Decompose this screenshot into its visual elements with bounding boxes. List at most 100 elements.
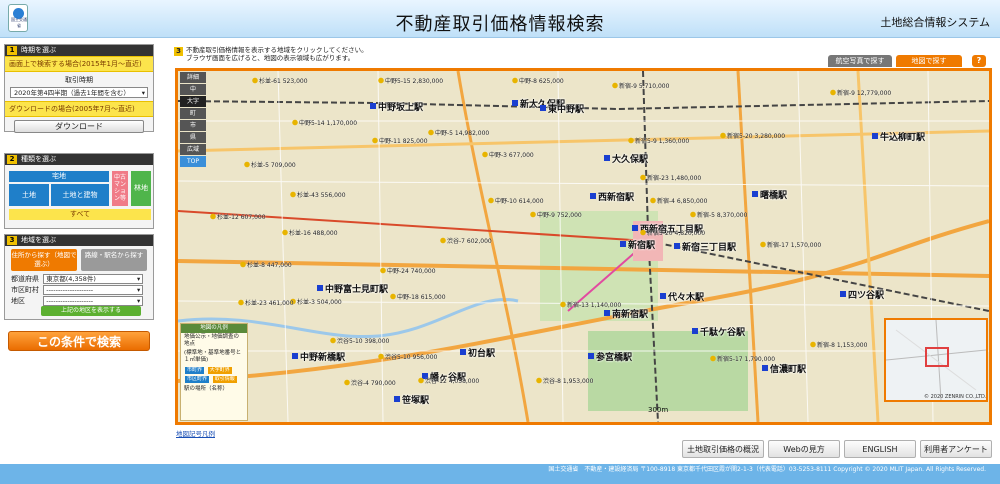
map-symbol-legend-link[interactable]: 地図記号凡例 xyxy=(176,428,215,438)
land-price-point[interactable]: 渋谷-7 602,000 xyxy=(440,236,492,245)
system-name[interactable]: 土地総合情報システム xyxy=(880,14,990,30)
zoom-level-button[interactable]: 町 xyxy=(180,108,206,119)
prefecture-select[interactable]: 東京都(4,358件) ▾ xyxy=(43,274,144,284)
chevron-down-icon: ▾ xyxy=(136,297,141,305)
land-price-point[interactable]: 杉並-8 447,000 xyxy=(240,260,292,269)
land-price-point[interactable]: 渋谷-12 4,038,000 xyxy=(418,376,480,385)
type-all-button[interactable]: すべて xyxy=(9,209,151,220)
land-price-point[interactable]: 杉並-16 488,000 xyxy=(282,228,338,237)
station-marker-icon xyxy=(840,291,846,297)
prefecture-value: 東京都(4,358件) xyxy=(46,275,96,283)
period-select-value: 2020年第4四半期（過去1年間を含む） xyxy=(14,89,130,97)
tab-search-by-station[interactable]: 路線・駅名から探す xyxy=(81,249,147,271)
land-price-point[interactable]: 新宿-17 1,570,000 xyxy=(760,240,822,249)
land-price-point[interactable]: 中野5-14 1,170,000 xyxy=(292,118,358,127)
station-label[interactable]: 四ツ谷駅 xyxy=(848,288,884,301)
land-price-point[interactable]: 中野5-15 2,830,000 xyxy=(378,76,444,85)
land-price-point[interactable]: 中野-24 740,000 xyxy=(380,266,436,275)
station-label[interactable]: 中野富士見町駅 xyxy=(325,282,388,295)
land-price-point[interactable]: 杉並-61 523,000 xyxy=(252,76,308,85)
land-price-point[interactable]: 新宿5-9 1,360,000 xyxy=(628,136,690,145)
help-icon[interactable]: ? xyxy=(972,55,986,67)
station-label[interactable]: 中野新橋駅 xyxy=(300,350,345,363)
station-label[interactable]: 千駄ケ谷駅 xyxy=(700,325,745,338)
map-search-tab[interactable]: 地図で探す xyxy=(896,55,962,67)
zoom-level-button[interactable]: 中 xyxy=(180,84,206,95)
type-condo-button[interactable]: 中古マンション等 xyxy=(112,171,128,206)
type-land-button[interactable]: 土地 xyxy=(9,184,49,206)
map-instructions: 不動産取引価格情報を表示する地域をクリックしてください。 ブラウザ画面を広げると… xyxy=(186,46,368,62)
land-price-point[interactable]: 渋谷-4 790,000 xyxy=(344,378,396,387)
period-select[interactable]: 2020年第4四半期（過去1年間を含む） ▾ xyxy=(10,87,148,98)
station-label[interactable]: 信濃町駅 xyxy=(770,362,806,375)
chevron-down-icon: ▾ xyxy=(136,286,141,294)
land-price-point[interactable]: 中野-11 825,000 xyxy=(372,136,428,145)
city-select[interactable]: -------------------- ▾ xyxy=(43,285,144,295)
land-price-point[interactable]: 杉並-5 709,000 xyxy=(244,160,296,169)
legend-item: 駅の場所（名称） xyxy=(184,386,229,392)
land-price-point[interactable]: 杉並-43 556,000 xyxy=(290,190,346,199)
station-label[interactable]: 新宿三丁目駅 xyxy=(682,240,736,253)
zoom-top-button[interactable]: TOP xyxy=(180,156,206,167)
station-label[interactable]: 曙橋駅 xyxy=(760,188,787,201)
land-price-point[interactable]: 杉並-23 461,000 xyxy=(238,298,294,307)
land-price-point[interactable]: 新宿-9 12,779,000 xyxy=(830,88,892,97)
show-district-button[interactable]: 上記の地区を表示する xyxy=(41,306,141,316)
land-price-point[interactable]: 中野-10 614,000 xyxy=(488,196,544,205)
land-price-point[interactable]: 新宿5-20 4,820,000 xyxy=(640,228,706,237)
land-price-point[interactable]: 新宿-5 8,370,000 xyxy=(690,210,748,219)
land-price-point[interactable]: 新宿-9 5,710,000 xyxy=(612,81,670,90)
station-label[interactable]: 参宮橋駅 xyxy=(596,350,632,363)
type-forest-button[interactable]: 林地 xyxy=(131,171,151,206)
land-price-point[interactable]: 中野-3 677,000 xyxy=(482,150,534,159)
step-number: 1 xyxy=(7,46,17,55)
land-price-point[interactable]: 新宿-13 1,140,000 xyxy=(560,300,622,309)
land-price-point[interactable]: 新宿-23 1,480,000 xyxy=(640,173,702,182)
zoom-level-button[interactable]: 県 xyxy=(180,132,206,143)
city-value: -------------------- xyxy=(46,286,94,294)
land-price-point[interactable]: 新宿5-17 1,790,000 xyxy=(710,354,776,363)
station-label[interactable]: 笹塚駅 xyxy=(402,393,429,406)
search-button[interactable]: この条件で検索 xyxy=(8,331,150,351)
land-price-point[interactable]: 杉並-12 607,000 xyxy=(210,212,266,221)
land-price-point[interactable]: 新宿-8 1,153,000 xyxy=(810,340,868,349)
type-takuchi-button[interactable]: 宅地 xyxy=(9,171,109,182)
district-select[interactable]: -------------------- ▾ xyxy=(43,296,144,306)
zoom-level-button[interactable]: 詳細 xyxy=(180,72,206,83)
prefecture-label: 都道府県 xyxy=(11,275,39,283)
station-label[interactable]: 初台駅 xyxy=(468,346,495,359)
land-price-point[interactable]: 渋谷-8 1,953,000 xyxy=(536,376,594,385)
land-price-point[interactable]: 中野-8 625,000 xyxy=(512,76,564,85)
land-price-point[interactable]: 渋谷5-10 956,000 xyxy=(378,352,438,361)
station-marker-icon xyxy=(540,105,546,111)
web-howto-button[interactable]: Webの見方 xyxy=(768,440,840,458)
land-price-point[interactable]: 中野-5 14,982,000 xyxy=(428,128,490,137)
station-label[interactable]: 西新宿駅 xyxy=(598,190,634,203)
station-label[interactable]: 代々木駅 xyxy=(668,290,704,303)
station-label[interactable]: 牛込柳町駅 xyxy=(880,130,925,143)
station-label[interactable]: 中野坂上駅 xyxy=(378,100,423,113)
zoom-level-button[interactable]: 市 xyxy=(180,120,206,131)
station-label[interactable]: 新宿駅 xyxy=(628,238,655,251)
download-button[interactable]: ダウンロード xyxy=(14,120,144,133)
english-button[interactable]: ENGLISH xyxy=(844,440,916,458)
aerial-photo-tab[interactable]: 航空写真で探す xyxy=(828,55,892,67)
legend-item: 地価公示・地価調査の地点 xyxy=(184,334,240,347)
price-overview-button[interactable]: 土地取引価格の概況 xyxy=(682,440,764,458)
mlit-logo[interactable]: 国土交通省 xyxy=(8,4,28,32)
land-price-point[interactable]: 中野-9 752,000 xyxy=(530,210,582,219)
type-land-building-button[interactable]: 土地と建物 xyxy=(51,184,109,206)
zoom-level-button[interactable]: 大字 xyxy=(180,96,206,107)
station-marker-icon xyxy=(674,243,680,249)
station-label[interactable]: 大久保駅 xyxy=(612,152,648,165)
overview-minimap[interactable] xyxy=(884,318,988,402)
land-price-point[interactable]: 新宿-4 6,850,000 xyxy=(650,196,708,205)
land-price-point[interactable]: 中野-18 615,000 xyxy=(390,292,446,301)
tab-search-by-address[interactable]: 住所から探す（地図で選ぶ） xyxy=(11,249,77,271)
land-price-point[interactable]: 杉並-3 504,000 xyxy=(290,297,342,306)
zoom-level-button[interactable]: 広域 xyxy=(180,144,206,155)
land-price-point[interactable]: 渋谷5-10 398,000 xyxy=(330,336,390,345)
land-price-point[interactable]: 新宿5-20 3,280,000 xyxy=(720,131,786,140)
station-label[interactable]: 東中野駅 xyxy=(548,102,584,115)
user-survey-button[interactable]: 利用者アンケート xyxy=(920,440,992,458)
